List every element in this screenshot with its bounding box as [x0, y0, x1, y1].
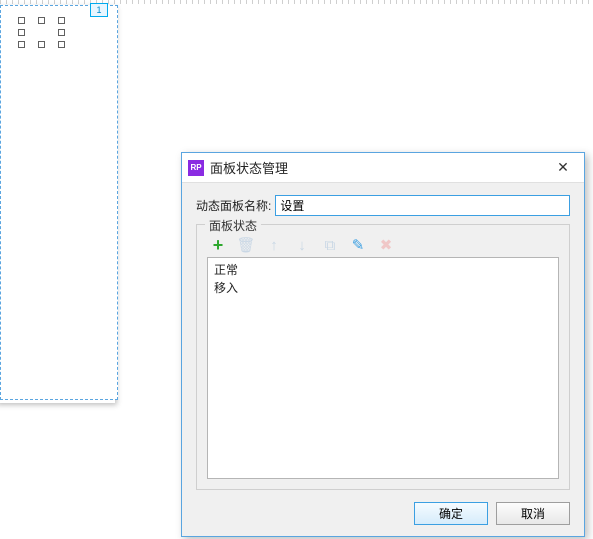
- name-row: 动态面板名称:: [196, 195, 570, 216]
- copy-state-icon: ⧉: [321, 236, 339, 254]
- handle-nw[interactable]: [18, 17, 25, 24]
- handle-e[interactable]: [58, 29, 65, 36]
- app-icon: RP: [188, 160, 204, 176]
- list-item[interactable]: 移入: [214, 279, 552, 297]
- handle-se[interactable]: [58, 41, 65, 48]
- panel-tab-handle[interactable]: 1: [90, 3, 108, 17]
- remove-state-icon: ✖: [377, 236, 395, 254]
- ok-button[interactable]: 确定: [414, 502, 488, 525]
- handle-sw[interactable]: [18, 41, 25, 48]
- edit-state-icon[interactable]: ✎: [349, 236, 367, 254]
- handle-center-icon: [36, 27, 47, 38]
- states-fieldset: 面板状态 + 🗑 ↑ ↓ ⧉ ✎ ✖ 正常移入: [196, 224, 570, 490]
- panel-name-input[interactable]: [275, 195, 570, 216]
- fieldset-title: 面板状态: [205, 217, 261, 234]
- cancel-button[interactable]: 取消: [496, 502, 570, 525]
- selection-handles: [18, 17, 66, 47]
- dialog-body: 动态面板名称: 面板状态 + 🗑 ↑ ↓ ⧉ ✎ ✖ 正常移入: [182, 183, 584, 498]
- handle-n[interactable]: [38, 17, 45, 24]
- selection-outline: [0, 5, 118, 400]
- dialog-titlebar[interactable]: RP 面板状态管理 ✕: [182, 153, 584, 183]
- dialog-buttons: 确定 取消: [182, 498, 584, 536]
- states-list[interactable]: 正常移入: [207, 257, 559, 479]
- panel-state-dialog: RP 面板状态管理 ✕ 动态面板名称: 面板状态 + 🗑 ↑ ↓ ⧉ ✎ ✖ 正…: [181, 152, 585, 537]
- add-state-icon[interactable]: +: [209, 236, 227, 254]
- delete-state-icon: 🗑: [237, 236, 255, 254]
- handle-s[interactable]: [38, 41, 45, 48]
- states-toolbar: + 🗑 ↑ ↓ ⧉ ✎ ✖: [207, 233, 559, 257]
- handle-ne[interactable]: [58, 17, 65, 24]
- ruler-top: [0, 0, 593, 4]
- name-label: 动态面板名称:: [196, 197, 271, 214]
- dialog-title: 面板状态管理: [210, 158, 548, 177]
- move-up-icon: ↑: [265, 236, 283, 254]
- handle-w[interactable]: [18, 29, 25, 36]
- move-down-icon: ↓: [293, 236, 311, 254]
- close-icon[interactable]: ✕: [548, 156, 578, 180]
- list-item[interactable]: 正常: [214, 261, 552, 279]
